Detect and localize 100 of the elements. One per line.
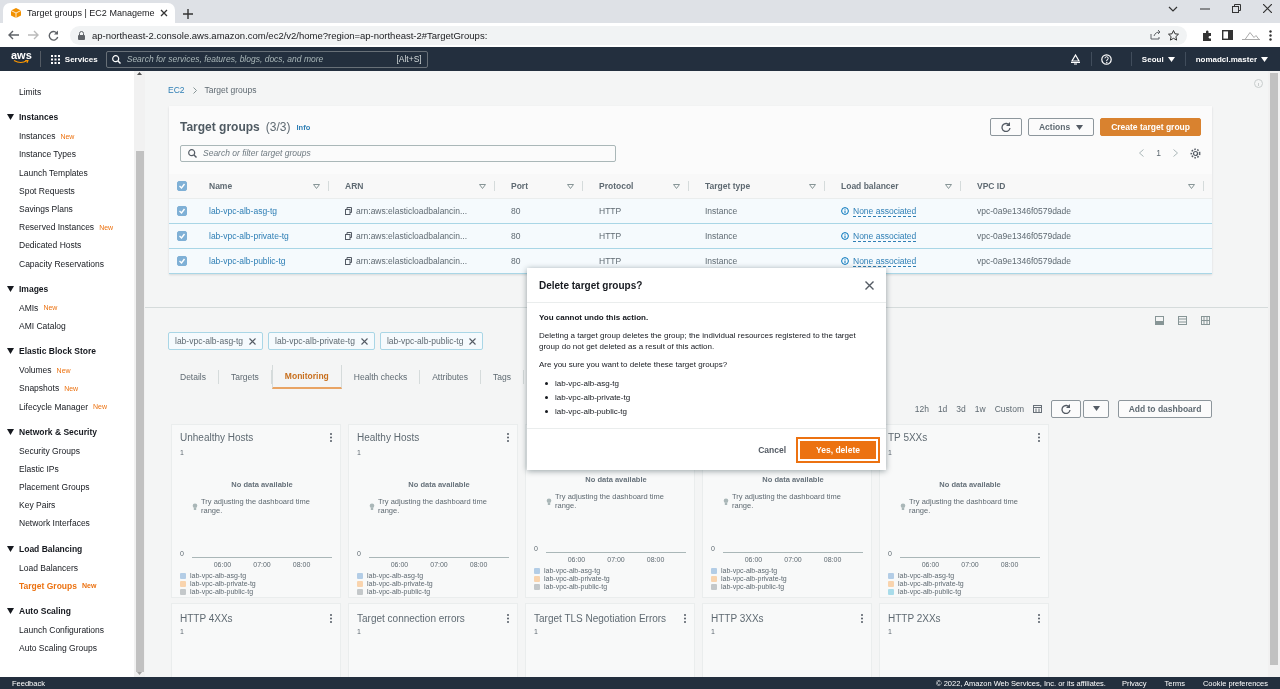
detail-tab[interactable]: Targets xyxy=(219,370,272,384)
detail-tab[interactable]: Details xyxy=(168,370,219,384)
column-header[interactable]: ARN xyxy=(345,181,495,191)
nav-link[interactable]: AMI Catalog xyxy=(19,316,134,336)
nav-link[interactable]: Security Groups xyxy=(19,441,134,460)
close-icon[interactable] xyxy=(1263,4,1272,13)
breadcrumb-link[interactable]: EC2 xyxy=(168,85,185,95)
close-icon[interactable] xyxy=(160,9,169,17)
refresh-icon xyxy=(1000,122,1011,132)
nav-link[interactable]: Key Pairs xyxy=(19,496,134,515)
column-header[interactable]: Name xyxy=(209,181,329,191)
help-icon[interactable] xyxy=(1100,53,1112,65)
detail-tab[interactable]: Tags xyxy=(481,370,525,384)
detail-tab[interactable]: Attributes xyxy=(420,370,482,384)
layout-icon[interactable] xyxy=(1178,316,1187,325)
reload-icon[interactable] xyxy=(48,29,59,41)
check-icon xyxy=(178,207,186,215)
layout-icon[interactable] xyxy=(1155,316,1164,325)
close-icon[interactable] xyxy=(469,337,477,345)
address-bar[interactable]: ap-northeast-2.console.aws.amazon.com/ec2/v2/home?region=ap-northeast-2#TargetGroups: xyxy=(70,25,1187,45)
nav-link[interactable]: Savings Plans xyxy=(19,199,134,219)
add-to-dashboard-button[interactable]: Add to dashboard xyxy=(1118,399,1212,418)
puzzle-icon[interactable] xyxy=(1202,29,1213,41)
caret-icon xyxy=(7,114,14,121)
table-cell: Instance xyxy=(705,231,738,241)
search-field[interactable]: Search for services, features, blogs, docs, and more [Alt+S] xyxy=(105,50,428,68)
nav-section-header[interactable]: Load Balancing xyxy=(7,539,134,558)
checkbox[interactable] xyxy=(177,231,187,241)
nav-link[interactable]: Instance Types xyxy=(19,145,134,164)
close-icon[interactable] xyxy=(360,337,368,345)
checkbox[interactable] xyxy=(177,181,187,191)
actions-button[interactable]: Actions xyxy=(1027,118,1095,136)
time-range-option[interactable]: Custom xyxy=(994,403,1024,414)
refresh-button[interactable] xyxy=(1051,399,1081,418)
nav-link[interactable]: Elastic IPs xyxy=(19,459,134,478)
nav-section-header[interactable]: Elastic Block Store xyxy=(7,342,134,361)
column-header[interactable]: Port xyxy=(511,181,583,191)
column-header[interactable]: Protocol xyxy=(599,181,689,191)
nav-link[interactable]: Capacity Reservations xyxy=(19,254,134,273)
copy-icon[interactable] xyxy=(345,257,352,265)
time-range-option[interactable]: 1w xyxy=(974,403,986,414)
column-header[interactable]: Target type xyxy=(705,181,825,191)
layout-icon[interactable] xyxy=(1201,316,1210,325)
bell-icon[interactable] xyxy=(1069,53,1081,65)
nav-link[interactable]: Auto Scaling Groups xyxy=(19,639,134,658)
sort-icon xyxy=(673,183,680,189)
column-title: Port xyxy=(511,181,528,191)
close-icon[interactable] xyxy=(249,337,257,345)
nav-link[interactable]: Network Interfaces xyxy=(19,514,134,533)
region-menu[interactable]: Seoul xyxy=(1130,52,1175,66)
nav-section-header[interactable]: Auto Scaling xyxy=(7,601,134,620)
nav-section-header[interactable]: Instances xyxy=(7,108,134,127)
nav-section-header[interactable]: Images xyxy=(7,279,134,298)
page-number[interactable]: 1 xyxy=(1156,148,1161,158)
close-icon[interactable] xyxy=(865,280,874,290)
back-icon[interactable] xyxy=(8,30,19,40)
nav-link[interactable]: Launch Templates xyxy=(19,163,134,182)
star-icon[interactable] xyxy=(1168,29,1179,41)
time-range-option[interactable]: 1d xyxy=(937,403,948,414)
kebab-icon[interactable] xyxy=(1269,29,1272,41)
sort-icon xyxy=(313,183,320,189)
refresh-button[interactable] xyxy=(989,118,1022,136)
time-range-option[interactable]: 3d xyxy=(956,403,966,414)
nav-link[interactable]: Placement Groups xyxy=(19,478,134,497)
chevron-down-icon[interactable] xyxy=(1168,5,1178,12)
checkbox[interactable] xyxy=(177,206,187,216)
services-menu[interactable]: Services xyxy=(50,54,98,64)
copy-icon[interactable] xyxy=(345,232,352,240)
search-field[interactable]: Search or filter target groups xyxy=(180,144,616,162)
plus-icon[interactable] xyxy=(183,9,193,19)
account-menu[interactable]: nomadcl.master xyxy=(1184,52,1268,66)
token-label: lab-vpc-alb-private-tg xyxy=(275,336,355,346)
nav-link[interactable]: Spot Requests xyxy=(19,181,134,200)
settings-icon[interactable] xyxy=(1190,147,1201,159)
selection-count: (3/3) xyxy=(265,120,291,134)
share-icon[interactable] xyxy=(1150,30,1161,40)
bullet-icon xyxy=(545,410,548,413)
dialog-title: Delete target groups? xyxy=(539,279,643,291)
nav-link[interactable]: Launch Configurations xyxy=(19,620,134,640)
search-placeholder: Search for services, features, blogs, docs, and more xyxy=(126,54,325,64)
column-header[interactable]: Load balancer xyxy=(841,181,961,191)
detail-tab[interactable]: Health checks xyxy=(341,370,421,384)
cancel-button[interactable]: Cancel xyxy=(754,440,791,459)
minimize-icon[interactable] xyxy=(1200,7,1210,10)
nav-link[interactable]: Dedicated Hosts xyxy=(19,236,134,255)
checkbox[interactable] xyxy=(177,256,187,266)
dropdown-button[interactable] xyxy=(1083,399,1109,418)
column-header[interactable]: VPC ID xyxy=(977,181,1204,191)
time-range-option[interactable]: 12h xyxy=(914,403,929,414)
copy-icon[interactable] xyxy=(345,207,352,215)
caret-icon xyxy=(1092,406,1100,411)
nav-link[interactable]: Load Balancers xyxy=(19,558,134,577)
name-link[interactable]: lab-vpc-alb-asg-tg xyxy=(209,206,278,216)
browser-tab[interactable]: Target groups | EC2 Manageme xyxy=(3,3,175,23)
aws-logo[interactable]: aws xyxy=(11,51,41,67)
calendar-icon[interactable] xyxy=(1033,404,1042,413)
nav-link[interactable]: Limits xyxy=(19,83,134,102)
sidebar-icon[interactable] xyxy=(1222,30,1233,40)
restore-icon[interactable] xyxy=(1232,4,1241,13)
nav-section-header[interactable]: Network & Security xyxy=(7,422,134,441)
